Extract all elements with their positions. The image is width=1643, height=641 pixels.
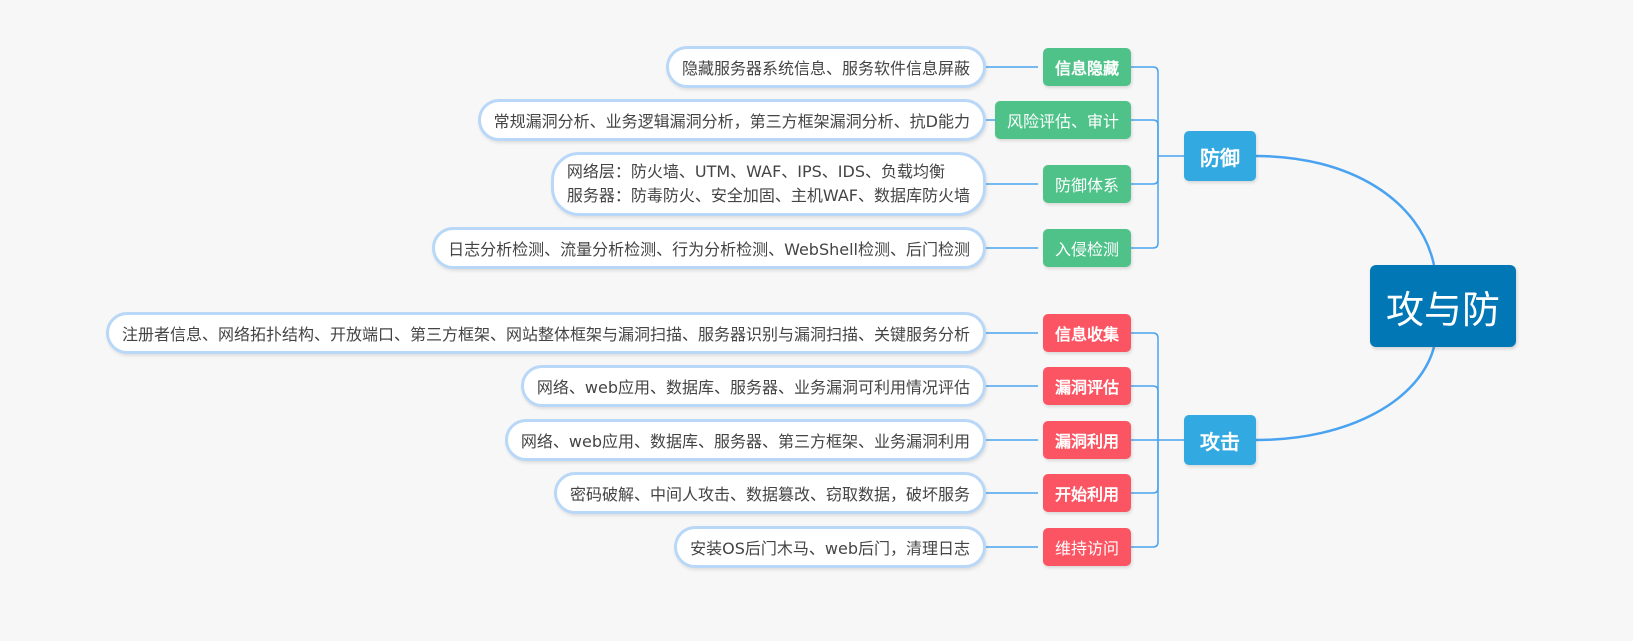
detail-info-hiding[interactable]: 隐藏服务器系统信息、服务软件信息屏蔽 bbox=[665, 46, 986, 88]
branch-attack[interactable]: 攻击 bbox=[1184, 415, 1256, 465]
detail-text: 安装OS后门木马、web后门，清理日志 bbox=[690, 539, 970, 558]
connector-subtopic bbox=[1131, 156, 1159, 185]
subtopic-risk-assessment[interactable]: 风险评估、审计 bbox=[994, 101, 1131, 139]
subtopic-maintain-access[interactable]: 维持访问 bbox=[1042, 528, 1131, 566]
root-topic[interactable]: 攻与防 bbox=[1370, 265, 1516, 347]
detail-text: 注册者信息、网络拓扑结构、开放端口、第三方框架、网站整体框架与漏洞扫描、服务器识… bbox=[121, 325, 970, 344]
detail-info-gathering[interactable]: 注册者信息、网络拓扑结构、开放端口、第三方框架、网站整体框架与漏洞扫描、服务器识… bbox=[105, 312, 986, 354]
detail-text-line-2: 服务器：防毒防火、安全加固、主机WAF、数据库防火墙 bbox=[566, 186, 970, 205]
connector-subtopic bbox=[1131, 385, 1159, 440]
detail-text: 网络、web应用、数据库、服务器、业务漏洞可利用情况评估 bbox=[536, 378, 970, 397]
subtopic-info-gathering[interactable]: 信息收集 bbox=[1042, 314, 1131, 352]
detail-text-line-1: 网络层：防火墙、UTM、WAF、IPS、IDS、负载均衡 bbox=[566, 162, 945, 181]
connector-subtopic bbox=[1131, 440, 1159, 494]
connector-subtopic bbox=[1131, 119, 1159, 156]
subtopic-vuln-assessment[interactable]: 漏洞评估 bbox=[1042, 367, 1131, 405]
detail-intrusion-detection[interactable]: 日志分析检测、流量分析检测、行为分析检测、WebShell检测、后门检测 bbox=[432, 227, 986, 269]
detail-maintain-access[interactable]: 安装OS后门木马、web后门，清理日志 bbox=[674, 526, 986, 568]
detail-risk-assessment[interactable]: 常规漏洞分析、业务逻辑漏洞分析，第三方框架漏洞分析、抗D能力 bbox=[477, 99, 986, 141]
detail-text: 常规漏洞分析、业务逻辑漏洞分析，第三方框架漏洞分析、抗D能力 bbox=[493, 112, 970, 131]
detail-defense-system[interactable]: 网络层：防火墙、UTM、WAF、IPS、IDS、负载均衡 服务器：防毒防火、安全… bbox=[550, 152, 986, 216]
connector-subtopic bbox=[1131, 66, 1159, 156]
subtopic-start-exploiting[interactable]: 开始利用 bbox=[1042, 474, 1131, 512]
connector-root-defense bbox=[1255, 154, 1436, 266]
detail-vuln-assessment[interactable]: 网络、web应用、数据库、服务器、业务漏洞可利用情况评估 bbox=[520, 365, 986, 407]
subtopic-info-hiding[interactable]: 信息隐藏 bbox=[1042, 48, 1131, 86]
detail-start-exploiting[interactable]: 密码破解、中间人攻击、数据篡改、窃取数据，破坏服务 bbox=[553, 472, 986, 514]
detail-text: 密码破解、中间人攻击、数据篡改、窃取数据，破坏服务 bbox=[569, 485, 970, 504]
detail-text: 隐藏服务器系统信息、服务软件信息屏蔽 bbox=[681, 59, 970, 78]
detail-vuln-exploitation[interactable]: 网络、web应用、数据库、服务器、第三方框架、业务漏洞利用 bbox=[504, 419, 986, 461]
connector-subtopic bbox=[1131, 156, 1159, 249]
connector-root-attack bbox=[1255, 346, 1436, 442]
detail-text: 日志分析检测、流量分析检测、行为分析检测、WebShell检测、后门检测 bbox=[448, 240, 970, 259]
detail-text: 网络、web应用、数据库、服务器、第三方框架、业务漏洞利用 bbox=[520, 432, 970, 451]
subtopic-vuln-exploitation[interactable]: 漏洞利用 bbox=[1042, 421, 1131, 459]
branch-defense[interactable]: 防御 bbox=[1184, 131, 1256, 181]
subtopic-defense-system[interactable]: 防御体系 bbox=[1042, 165, 1131, 203]
subtopic-intrusion-detection[interactable]: 入侵检测 bbox=[1042, 229, 1131, 267]
